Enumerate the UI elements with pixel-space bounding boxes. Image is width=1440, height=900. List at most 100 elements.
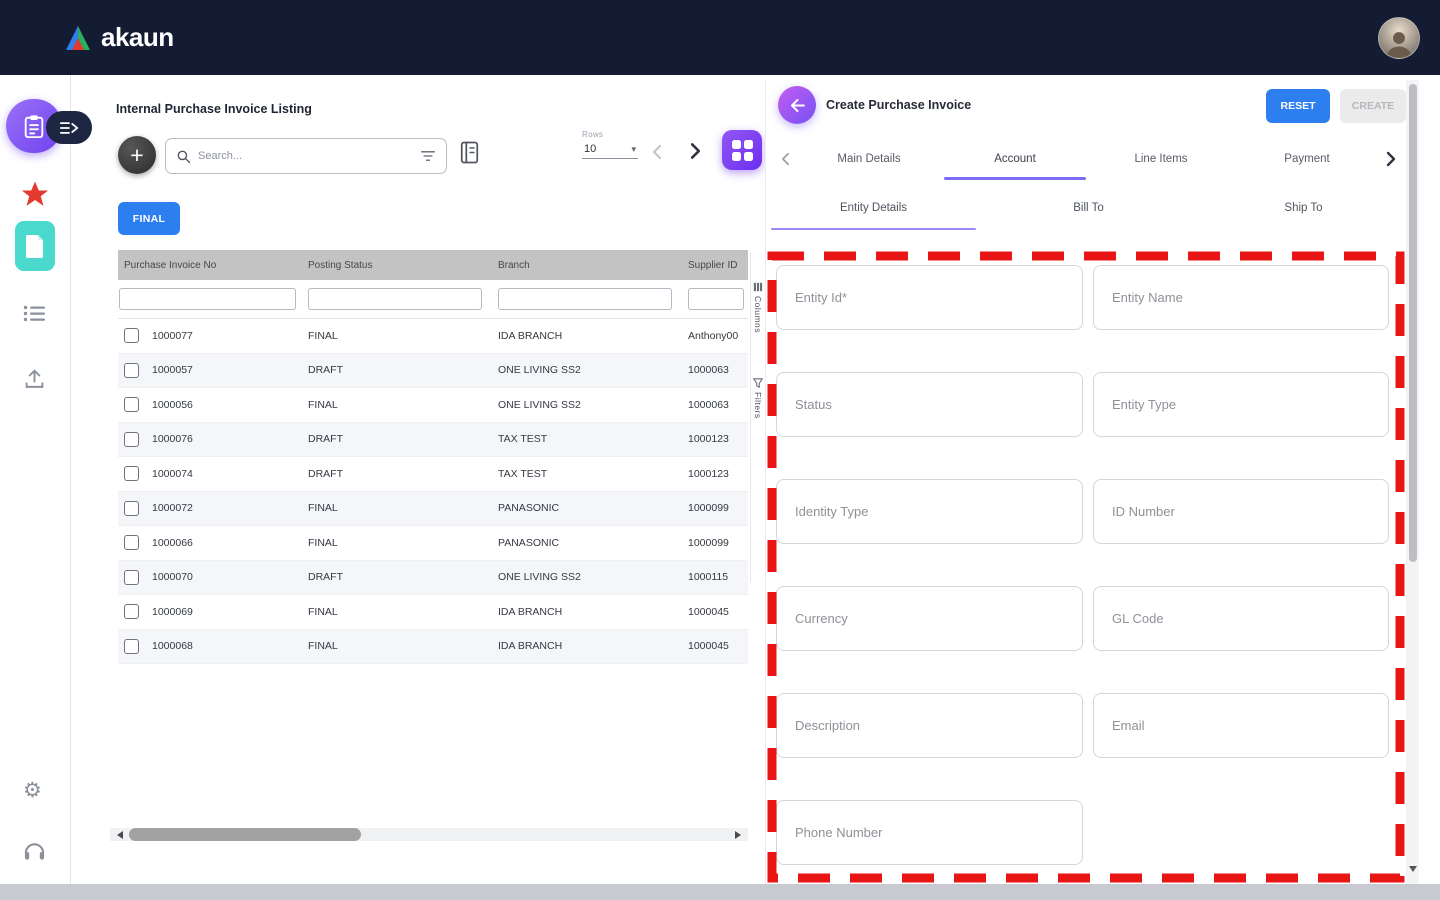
row-checkbox[interactable] xyxy=(124,432,139,447)
form-field-entity-type[interactable]: Entity Type xyxy=(1093,372,1389,437)
row-checkbox[interactable] xyxy=(124,466,139,481)
row-checkbox[interactable] xyxy=(124,397,139,412)
cell-invoice-no: 1000077 xyxy=(118,328,308,343)
chevron-left-icon xyxy=(781,152,790,166)
subtab-ship-to[interactable]: Ship To xyxy=(1196,184,1411,232)
rows-label: Rows xyxy=(582,130,638,139)
form-field-entity-name[interactable]: Entity Name xyxy=(1093,265,1389,330)
table-row[interactable]: 1000074DRAFTTAX TEST1000123 xyxy=(118,457,748,492)
column-header-branch[interactable]: Branch xyxy=(498,260,688,271)
reset-button[interactable]: RESET xyxy=(1266,89,1330,123)
report-button[interactable] xyxy=(459,140,480,170)
invoice-no-value: 1000056 xyxy=(152,399,193,411)
tab-account[interactable]: Account xyxy=(942,138,1088,180)
sub-tabs: Entity Details Bill To Ship To xyxy=(766,184,1411,232)
final-filter-chip[interactable]: FINAL xyxy=(118,202,180,235)
sidebar-item-support[interactable] xyxy=(23,840,46,866)
form-field-description[interactable]: Description xyxy=(776,693,1083,758)
form-field-identity-type[interactable]: Identity Type xyxy=(776,479,1083,544)
sidebar-item-documents[interactable] xyxy=(15,221,55,271)
tab-line-items[interactable]: Line Items xyxy=(1088,138,1234,180)
vertical-scrollbar-thumb[interactable] xyxy=(1409,84,1417,562)
row-checkbox[interactable] xyxy=(124,501,139,516)
scroll-right-arrow-icon[interactable] xyxy=(735,831,745,839)
tabs-scroll-right-button[interactable] xyxy=(1380,138,1402,180)
columns-side-tab[interactable]: Columns xyxy=(753,282,763,333)
column-header-supplier-id[interactable]: Supplier ID xyxy=(688,260,748,271)
table-row[interactable]: 1000068FINALIDA BRANCH1000045 xyxy=(118,630,748,665)
row-checkbox[interactable] xyxy=(124,639,139,654)
field-label: Phone Number xyxy=(795,825,882,840)
filter-lines-icon[interactable] xyxy=(420,149,436,163)
main-tabs: Main Details Account Line Items Payment xyxy=(774,138,1402,180)
tabs-scroll-left-button[interactable] xyxy=(774,138,796,180)
tab-payment[interactable]: Payment xyxy=(1234,138,1380,180)
invoice-no-value: 1000057 xyxy=(152,364,193,376)
cell-invoice-no: 1000069 xyxy=(118,604,308,619)
filter-input-posting-status[interactable] xyxy=(308,288,482,310)
table-row[interactable]: 1000076DRAFTTAX TEST1000123 xyxy=(118,423,748,458)
filter-input-invoice-no[interactable] xyxy=(119,288,296,310)
tab-main-details[interactable]: Main Details xyxy=(796,138,942,180)
row-checkbox[interactable] xyxy=(124,604,139,619)
search-input[interactable] xyxy=(198,150,413,162)
row-checkbox[interactable] xyxy=(124,363,139,378)
filters-side-tab[interactable]: Filters xyxy=(753,378,763,419)
next-page-button[interactable] xyxy=(690,142,701,165)
row-checkbox[interactable] xyxy=(124,570,139,585)
table-row[interactable]: 1000056FINALONE LIVING SS21000063 xyxy=(118,388,748,423)
sidebar-item-star[interactable] xyxy=(16,175,54,213)
cell-branch: ONE LIVING SS2 xyxy=(498,571,688,583)
table-row[interactable]: 1000057DRAFTONE LIVING SS21000063 xyxy=(118,354,748,389)
form-field-entity-id[interactable]: Entity Id* xyxy=(776,265,1083,330)
field-label: GL Code xyxy=(1112,611,1164,626)
sidebar-expand-toggle[interactable] xyxy=(46,111,92,144)
row-checkbox[interactable] xyxy=(124,328,139,343)
form-field-gl-code[interactable]: GL Code xyxy=(1093,586,1389,651)
scroll-down-arrow-icon[interactable] xyxy=(1409,866,1417,876)
table-row[interactable]: 1000066FINALPANASONIC1000099 xyxy=(118,526,748,561)
clipboard-icon xyxy=(22,114,46,139)
form-field-email[interactable]: Email xyxy=(1093,693,1389,758)
panel-vertical-scrollbar[interactable] xyxy=(1406,80,1419,884)
scroll-left-arrow-icon[interactable] xyxy=(113,831,123,839)
cell-supplier-id: 1000123 xyxy=(688,468,748,480)
table-row[interactable]: 1000070DRAFTONE LIVING SS21000115 xyxy=(118,561,748,596)
subtab-bill-to[interactable]: Bill To xyxy=(981,184,1196,232)
cell-invoice-no: 1000068 xyxy=(118,639,308,654)
arrow-left-icon xyxy=(788,96,807,115)
subtab-entity-details[interactable]: Entity Details xyxy=(766,184,981,232)
filter-input-branch[interactable] xyxy=(498,288,672,310)
form-field-phone-number[interactable]: Phone Number xyxy=(776,800,1083,865)
horizontal-scrollbar-thumb[interactable] xyxy=(129,828,361,841)
create-button[interactable]: CREATE xyxy=(1340,89,1406,123)
page-horizontal-scrollbar[interactable] xyxy=(0,884,1440,900)
cell-supplier-id: 1000099 xyxy=(688,502,748,514)
grid-view-button[interactable] xyxy=(722,130,762,170)
column-header-posting-status[interactable]: Posting Status xyxy=(308,260,498,271)
table-row[interactable]: 1000072FINALPANASONIC1000099 xyxy=(118,492,748,527)
previous-page-button[interactable] xyxy=(652,144,662,165)
row-checkbox[interactable] xyxy=(124,535,139,550)
sidebar-item-list[interactable] xyxy=(23,305,46,327)
rows-per-page-select[interactable]: Rows 10 ▾ xyxy=(582,130,638,159)
back-button[interactable] xyxy=(778,86,816,124)
table-row[interactable]: 1000077FINALIDA BRANCHAnthony00 xyxy=(118,319,748,354)
column-header-invoice-no[interactable]: Purchase Invoice No xyxy=(118,260,308,271)
table-row[interactable]: 1000069FINALIDA BRANCH1000045 xyxy=(118,595,748,630)
cell-posting-status: FINAL xyxy=(308,502,498,514)
table-horizontal-scrollbar[interactable] xyxy=(110,828,748,841)
brand[interactable]: akaun xyxy=(64,22,174,53)
filter-input-supplier-id[interactable] xyxy=(688,288,744,310)
form-field-id-number[interactable]: ID Number xyxy=(1093,479,1389,544)
form-field-status[interactable]: Status xyxy=(776,372,1083,437)
cell-branch: IDA BRANCH xyxy=(498,640,688,652)
cell-posting-status: DRAFT xyxy=(308,468,498,480)
add-invoice-button[interactable]: + xyxy=(118,136,156,174)
sidebar-item-upload[interactable] xyxy=(24,368,45,395)
cell-posting-status: FINAL xyxy=(308,399,498,411)
user-avatar[interactable] xyxy=(1378,17,1420,59)
sidebar-item-settings[interactable]: ⚙ xyxy=(23,778,42,803)
cell-supplier-id: 1000063 xyxy=(688,399,748,411)
form-field-currency[interactable]: Currency xyxy=(776,586,1083,651)
